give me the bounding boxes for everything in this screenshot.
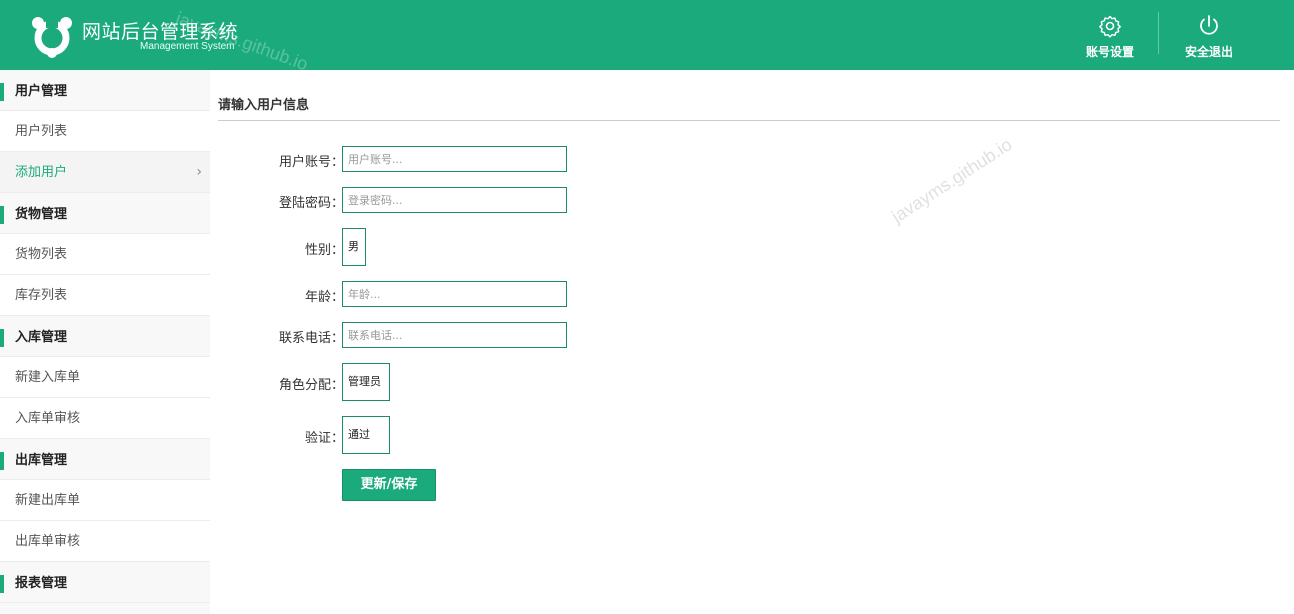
gender-label: 性别：: [304, 243, 344, 258]
verify-select[interactable]: 通过: [342, 416, 390, 454]
sidebar-item-new-inbound[interactable]: 新建入库单: [0, 357, 210, 398]
role-label: 角色分配：: [278, 378, 344, 393]
logout-label: 安全退出: [1184, 45, 1233, 59]
gender-select[interactable]: 男: [342, 228, 366, 266]
main-content: 请输入用户信息 javayms.github.io 用户账号： 登陆密码： 性别…: [218, 70, 1280, 614]
sidebar: 用户管理 用户列表 添加用户 › 货物管理 货物列表 库存列表 入库管理 新建入…: [0, 70, 210, 614]
watermark-text: javayms.github.io: [888, 134, 1016, 227]
chevron-right-icon: ›: [196, 164, 202, 180]
sidebar-group-outbound-management[interactable]: 出库管理: [0, 439, 210, 480]
sidebar-group-report-management[interactable]: 报表管理: [0, 562, 210, 603]
sidebar-item-outbound-review[interactable]: 出库单审核: [0, 521, 210, 562]
phone-input[interactable]: [342, 322, 567, 348]
sidebar-item-add-user[interactable]: 添加用户 ›: [0, 152, 210, 193]
age-label: 年龄：: [304, 290, 344, 305]
gear-icon: [1099, 15, 1121, 38]
sidebar-group-inbound-management[interactable]: 入库管理: [0, 316, 210, 357]
age-input[interactable]: [342, 281, 567, 307]
logo-icon: [32, 17, 72, 58]
account-settings-button[interactable]: 账号设置: [1070, 14, 1150, 62]
sidebar-item-label: 添加用户: [15, 165, 68, 180]
save-button[interactable]: 更新/保存: [342, 469, 436, 501]
account-input[interactable]: [342, 146, 567, 172]
sidebar-item-new-outbound[interactable]: 新建出库单: [0, 480, 210, 521]
sidebar-item-stock-list[interactable]: 库存列表: [0, 275, 210, 316]
sidebar-group-user-management[interactable]: 用户管理: [0, 70, 210, 111]
divider: [218, 120, 1280, 121]
password-input[interactable]: [342, 187, 567, 213]
sidebar-item-user-list[interactable]: 用户列表: [0, 111, 210, 152]
form-title: 请输入用户信息: [218, 98, 310, 113]
sidebar-group-goods-management[interactable]: 货物管理: [0, 193, 210, 234]
logout-button[interactable]: 安全退出: [1169, 14, 1249, 62]
header-divider: [1158, 12, 1159, 54]
sidebar-item-inbound-review[interactable]: 入库单审核: [0, 398, 210, 439]
account-label: 用户账号：: [278, 155, 344, 170]
phone-label: 联系电话：: [278, 331, 344, 346]
top-header: 网站后台管理系统 Management System javayms.githu…: [0, 0, 1294, 74]
password-label: 登陆密码：: [278, 196, 344, 211]
account-settings-label: 账号设置: [1085, 45, 1134, 59]
verify-label: 验证：: [304, 431, 344, 446]
role-select[interactable]: 管理员: [342, 363, 390, 401]
power-icon: [1200, 15, 1218, 35]
sidebar-item-goods-list[interactable]: 货物列表: [0, 234, 210, 275]
